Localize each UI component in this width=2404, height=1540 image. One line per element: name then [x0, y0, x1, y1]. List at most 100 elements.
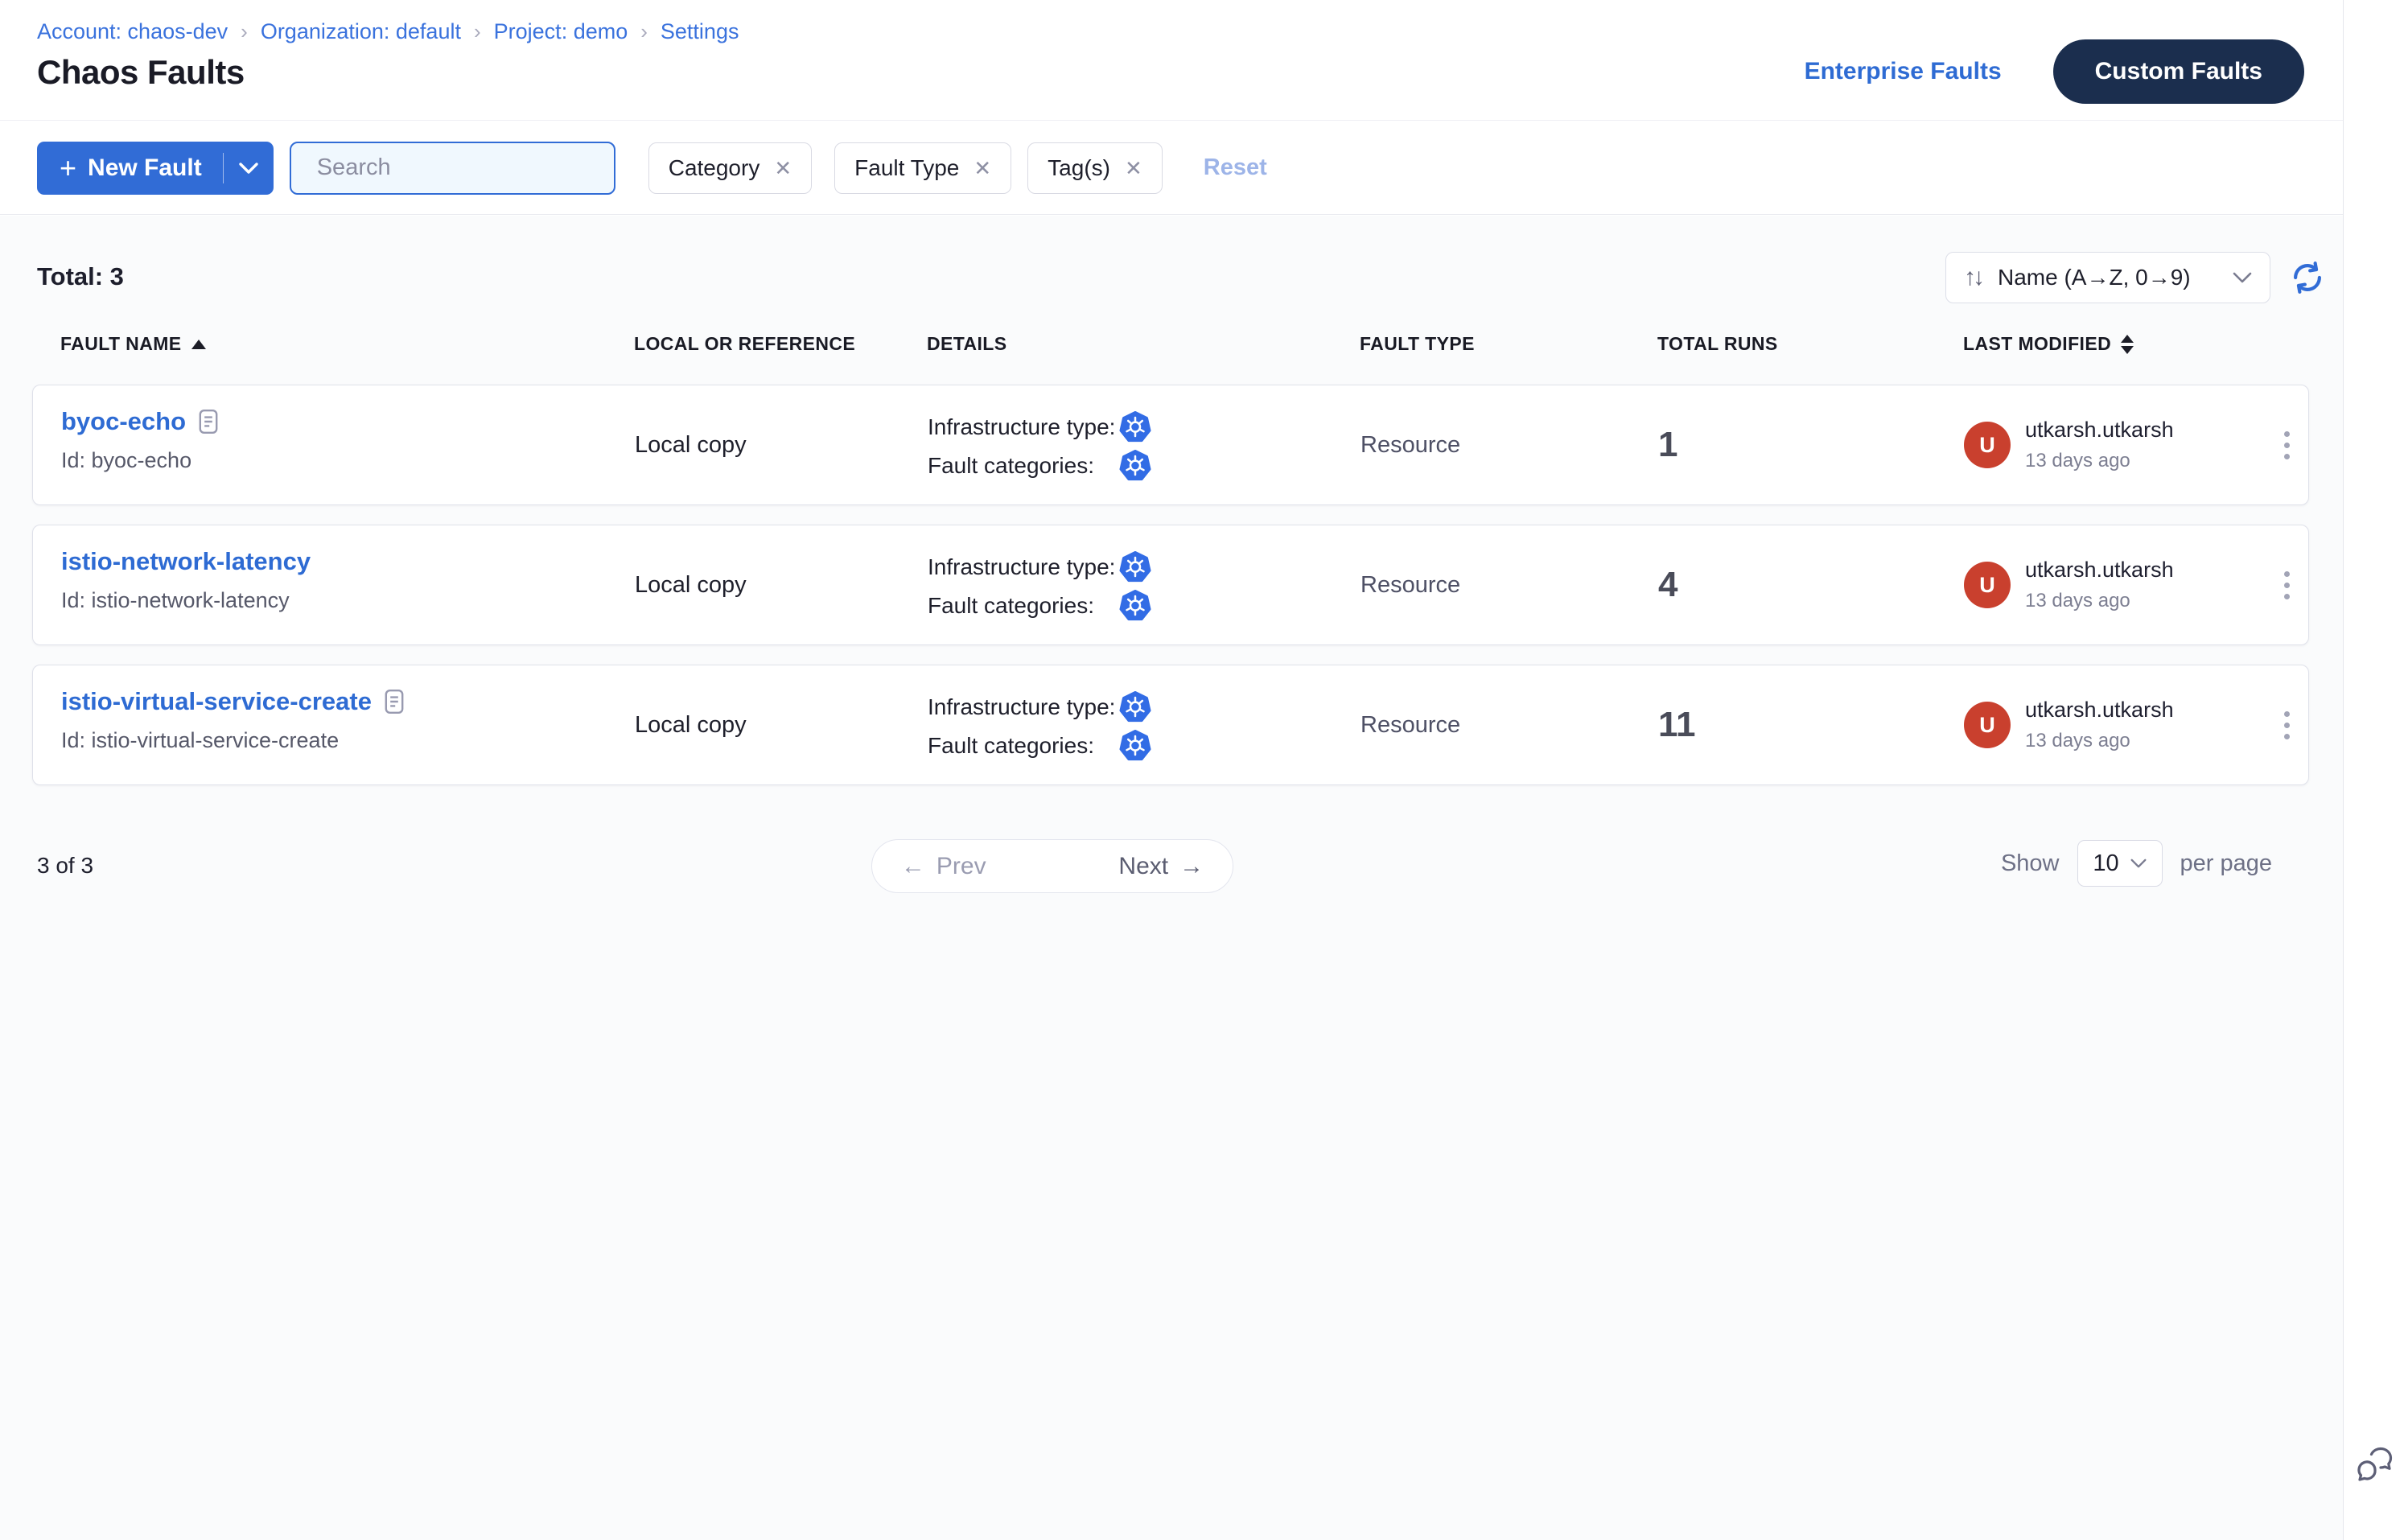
infrastructure-type-label: Infrastructure type: — [928, 554, 1119, 580]
modified-by-user: utkarsh.utkarsh — [2025, 698, 2174, 723]
sort-direction-icon: ↑↓ — [1964, 264, 1982, 291]
col-details: DETAILS — [927, 333, 1006, 355]
fault-id: Id: byoc-echo — [61, 448, 635, 473]
breadcrumb-organization[interactable]: Organization: default — [261, 19, 461, 44]
breadcrumb-project[interactable]: Project: demo — [494, 19, 628, 44]
table-header: FAULT NAME LOCAL OR REFERENCE DETAILS FA… — [32, 333, 2309, 355]
fault-rows: byoc-echo Id: byoc-echo Local copy Infra… — [32, 385, 2309, 805]
refresh-button[interactable] — [2290, 260, 2325, 295]
fault-type-value: Resource — [1360, 712, 1460, 739]
avatar: U — [1964, 702, 2011, 748]
total-runs-value: 4 — [1658, 565, 1677, 605]
chevron-down-icon — [238, 162, 259, 175]
col-fault-type: FAULT TYPE — [1360, 333, 1475, 355]
breadcrumb: Account: chaos-dev › Organization: defau… — [37, 19, 739, 44]
search-box[interactable] — [290, 142, 615, 195]
arrow-right-icon: → — [1179, 853, 1204, 880]
show-label: Show — [2001, 850, 2060, 877]
chaos-faults-page: Account: chaos-dev › Organization: defau… — [0, 0, 2404, 1540]
kubernetes-icon — [1119, 450, 1151, 482]
page-size-value: 10 — [2093, 850, 2118, 877]
infrastructure-type-label: Infrastructure type: — [928, 694, 1119, 720]
col-fault-name[interactable]: FAULT NAME — [60, 333, 182, 355]
local-or-reference-value: Local copy — [635, 712, 747, 739]
fault-id: Id: istio-virtual-service-create — [61, 728, 635, 753]
fault-type-value: Resource — [1360, 572, 1460, 599]
sort-both-icon — [2121, 335, 2134, 354]
kubernetes-icon — [1119, 691, 1151, 723]
breadcrumb-separator-icon: › — [241, 19, 248, 44]
fault-name-link[interactable]: byoc-echo — [61, 407, 186, 436]
kubernetes-icon — [1119, 411, 1151, 443]
fault-categories-label: Fault categories: — [928, 453, 1119, 479]
prev-page-button[interactable]: ← Prev — [872, 840, 1015, 892]
page-size-area: Show 10 per page — [2001, 839, 2272, 887]
filter-chip-category[interactable]: Category ✕ — [648, 142, 812, 194]
refresh-icon — [2291, 261, 2324, 294]
reset-filters-link[interactable]: Reset — [1204, 154, 1267, 181]
fault-id: Id: istio-network-latency — [61, 588, 635, 613]
col-last-modified[interactable]: LAST MODIFIED — [1963, 333, 2111, 355]
kebab-menu-button[interactable] — [2274, 422, 2299, 469]
close-icon[interactable]: ✕ — [1125, 158, 1142, 179]
close-icon[interactable]: ✕ — [974, 158, 991, 179]
filter-chip-label: Tag(s) — [1048, 155, 1110, 181]
local-or-reference-value: Local copy — [635, 572, 747, 599]
chevron-down-icon — [2233, 272, 2252, 283]
page-range-label: 3 of 3 — [37, 853, 93, 879]
table-row: istio-network-latency Id: istio-network-… — [32, 525, 2309, 645]
fault-list-area: Total: 3 ↑↓ Name (A→Z, 0→9) FAULT NAME — [0, 216, 2343, 1540]
enterprise-faults-link[interactable]: Enterprise Faults — [1805, 58, 2002, 85]
page-header: Account: chaos-dev › Organization: defau… — [0, 0, 2343, 121]
breadcrumb-separator-icon: › — [640, 19, 648, 44]
current-page-button[interactable]: 1 — [1015, 840, 1090, 892]
page-size-select[interactable]: 10 — [2077, 840, 2163, 887]
next-page-button[interactable]: Next → — [1090, 840, 1233, 892]
main-area: Account: chaos-dev › Organization: defau… — [0, 0, 2343, 1540]
plus-icon: + — [60, 154, 76, 183]
kubernetes-icon — [1119, 730, 1151, 762]
breadcrumb-account[interactable]: Account: chaos-dev — [37, 19, 228, 44]
filter-chip-label: Fault Type — [854, 155, 959, 181]
per-page-label: per page — [2180, 850, 2273, 877]
new-fault-dropdown-button[interactable] — [224, 142, 274, 195]
kebab-menu-button[interactable] — [2274, 702, 2299, 749]
fault-type-value: Resource — [1360, 432, 1460, 459]
custom-faults-button[interactable]: Custom Faults — [2053, 39, 2304, 104]
new-fault-label: New Fault — [88, 154, 202, 182]
total-count: Total: 3 — [37, 262, 124, 291]
sort-asc-icon — [191, 340, 206, 349]
modified-time: 13 days ago — [2025, 590, 2174, 612]
arrow-left-icon: ← — [901, 853, 925, 880]
sort-selected-value: Name (A→Z, 0→9) — [1998, 265, 2217, 290]
col-total-runs: TOTAL RUNS — [1657, 333, 1778, 355]
filter-chip-fault-type[interactable]: Fault Type ✕ — [834, 142, 1011, 194]
close-icon[interactable]: ✕ — [774, 158, 792, 179]
header-actions: Enterprise Faults Custom Faults — [1805, 39, 2304, 105]
modified-time: 13 days ago — [2025, 730, 2174, 752]
total-runs-value: 11 — [1658, 705, 1696, 745]
breadcrumb-separator-icon: › — [474, 19, 481, 44]
breadcrumb-settings[interactable]: Settings — [661, 19, 739, 44]
kebab-menu-button[interactable] — [2274, 562, 2299, 609]
modified-by-user: utkarsh.utkarsh — [2025, 558, 2174, 583]
kubernetes-icon — [1119, 590, 1151, 622]
table-row: istio-virtual-service-create Id: istio-v… — [32, 665, 2309, 785]
fault-categories-label: Fault categories: — [928, 733, 1119, 759]
filter-chip-tags[interactable]: Tag(s) ✕ — [1027, 142, 1163, 194]
document-icon[interactable] — [199, 409, 218, 434]
new-fault-button[interactable]: + New Fault — [37, 142, 274, 195]
table-row: byoc-echo Id: byoc-echo Local copy Infra… — [32, 385, 2309, 505]
col-local-or-reference: LOCAL OR REFERENCE — [634, 333, 855, 355]
sort-area: ↑↓ Name (A→Z, 0→9) — [1945, 252, 2325, 303]
pagination: ← Prev 1 Next → — [871, 839, 1233, 893]
avatar: U — [1964, 562, 2011, 608]
chat-help-icon[interactable] — [2353, 1447, 2395, 1487]
document-icon[interactable] — [385, 689, 404, 714]
search-input[interactable] — [317, 154, 620, 181]
fault-name-link[interactable]: istio-network-latency — [61, 547, 311, 576]
page-title: Chaos Faults — [37, 53, 245, 92]
fault-name-link[interactable]: istio-virtual-service-create — [61, 687, 372, 716]
sort-dropdown[interactable]: ↑↓ Name (A→Z, 0→9) — [1945, 252, 2270, 303]
infrastructure-type-label: Infrastructure type: — [928, 414, 1119, 440]
